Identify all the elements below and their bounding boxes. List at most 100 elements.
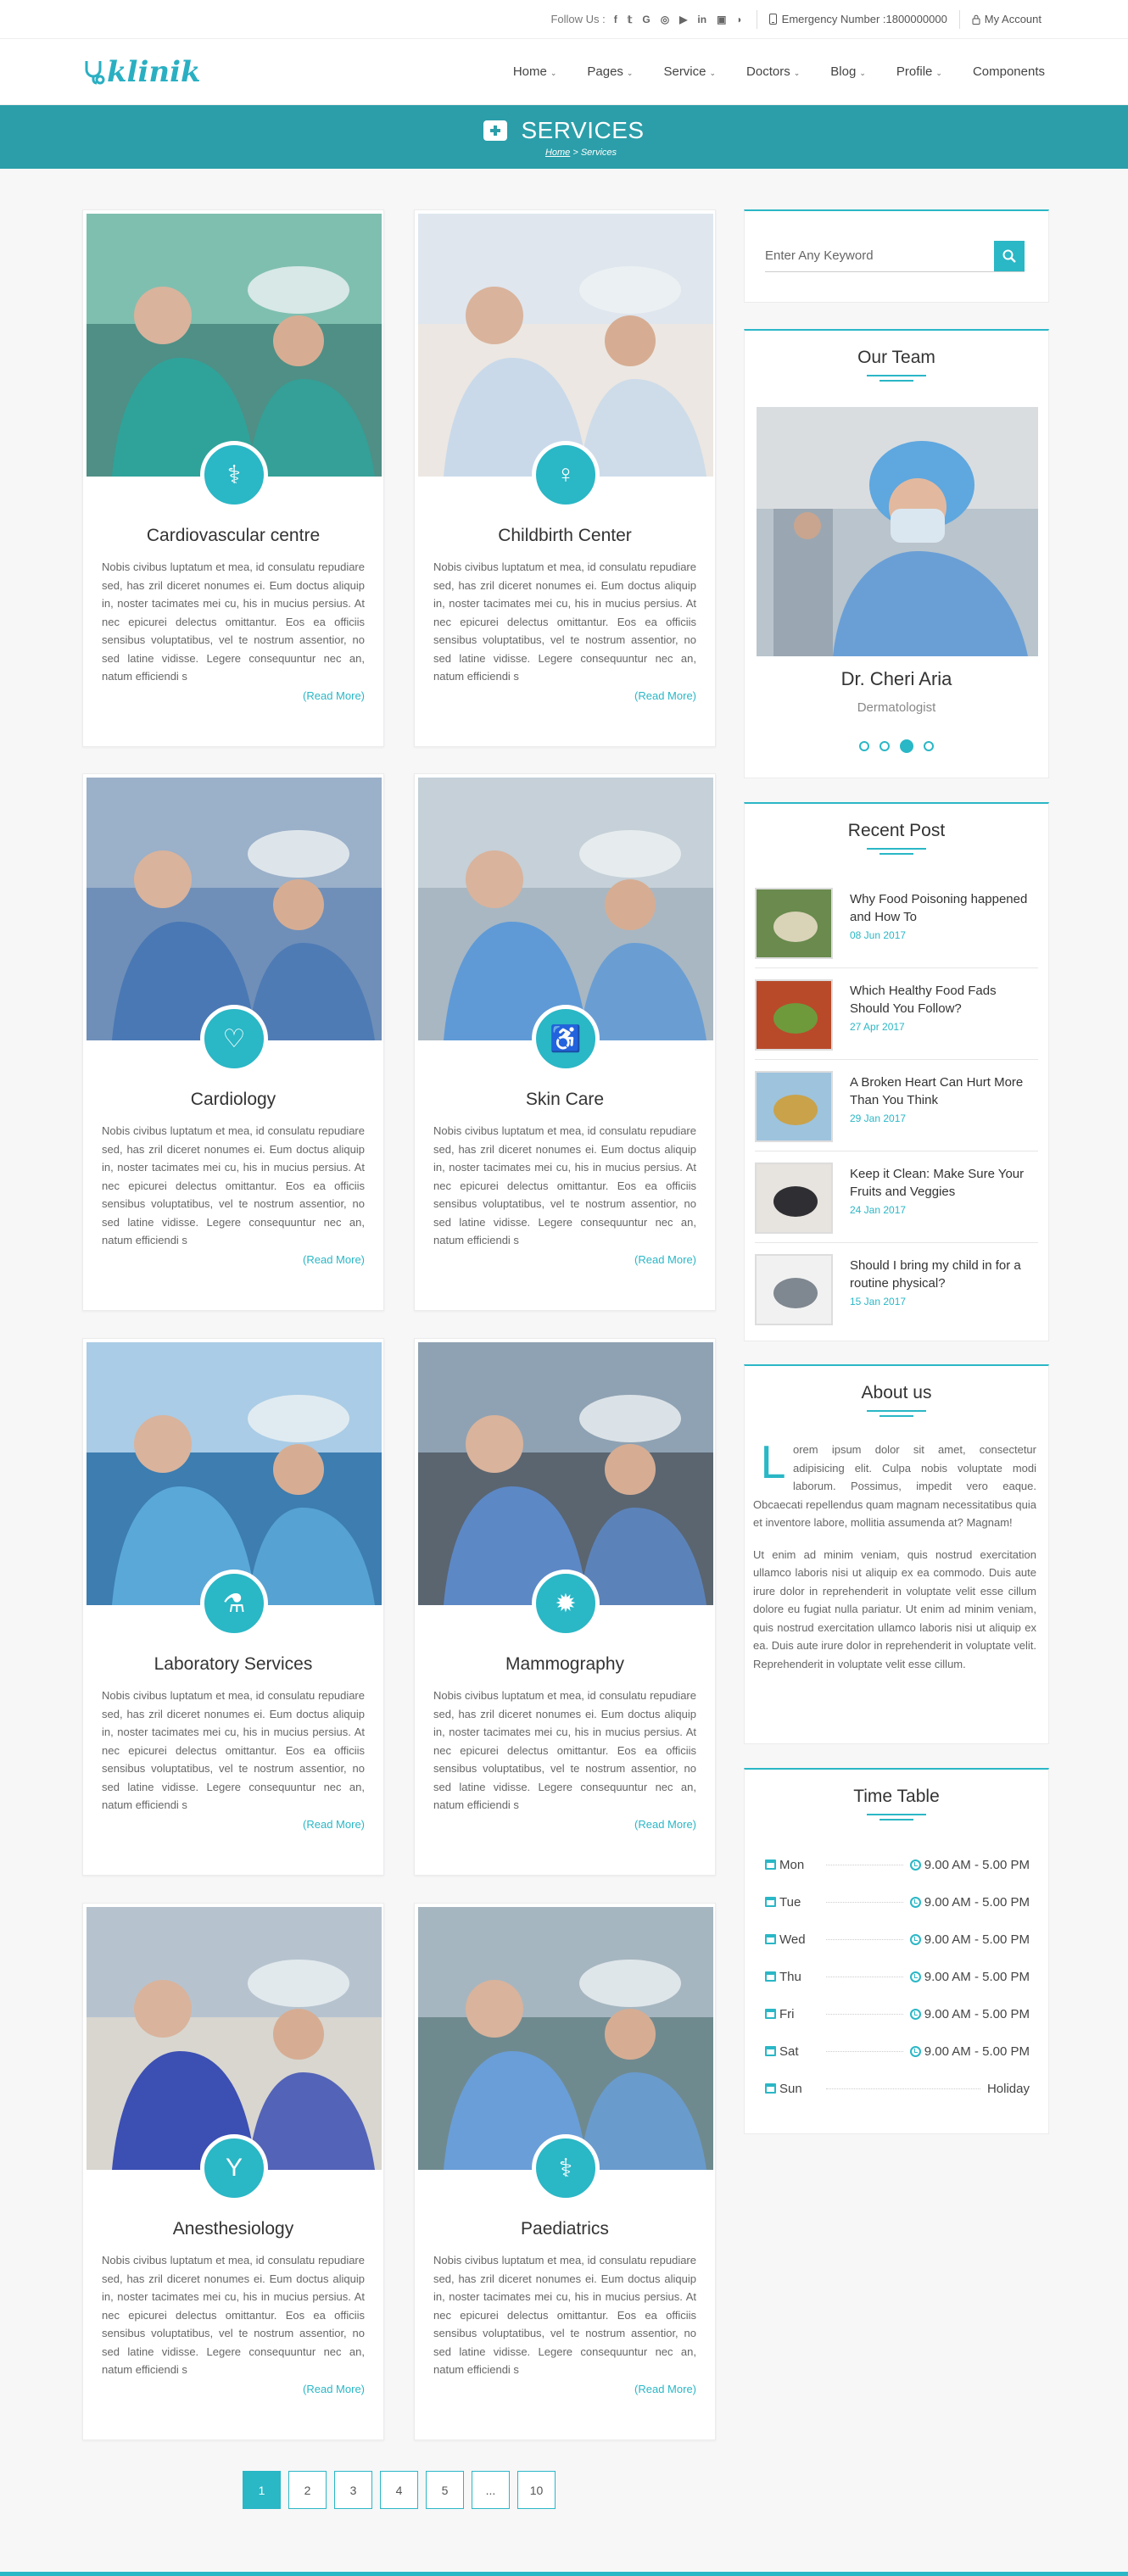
- child-icon: ♀: [532, 441, 600, 509]
- footer-accent-line: [0, 2572, 1128, 2576]
- widget-title: About us: [861, 1383, 932, 1402]
- carousel-dot-active[interactable]: [900, 739, 913, 753]
- page-button[interactable]: 3: [334, 2471, 372, 2509]
- youtube-icon[interactable]: ▶: [679, 14, 687, 25]
- nav-item[interactable]: Components: [973, 64, 1045, 79]
- linkedin-icon[interactable]: in: [697, 14, 706, 25]
- drop-cap: L: [760, 1438, 785, 1489]
- service-description: Nobis civibus luptatum et mea, id consul…: [102, 1689, 365, 1811]
- post-thumbnail[interactable]: [755, 1071, 833, 1142]
- post-thumbnail[interactable]: [755, 888, 833, 959]
- read-more-link[interactable]: (Read More): [303, 689, 365, 702]
- hours-value: 9.00 AM - 5.00 PM: [924, 1969, 1030, 1984]
- page-button[interactable]: 5: [426, 2471, 464, 2509]
- calendar-icon: [765, 1971, 776, 1982]
- google-icon[interactable]: G: [642, 14, 650, 25]
- recent-post-item[interactable]: Why Food Poisoning happened and How To 08…: [755, 877, 1038, 968]
- nav-item[interactable]: Home ⌄: [513, 64, 557, 79]
- rss-icon[interactable]: ◗: [736, 14, 742, 25]
- service-title: Skin Care: [525, 1090, 605, 1109]
- clock-icon: [909, 1859, 921, 1871]
- post-thumbnail[interactable]: [755, 1163, 833, 1234]
- cocktail-icon: Y: [200, 2134, 268, 2202]
- nav-item-label: Pages: [587, 64, 623, 79]
- page-button[interactable]: 10: [517, 2471, 556, 2509]
- service-card: ⚕ Paediatrics Nobis civibus luptatum et me…: [414, 1903, 716, 2440]
- follow-label: Follow Us :: [550, 13, 606, 25]
- page-button[interactable]: 2: [288, 2471, 327, 2509]
- service-card: Y Anesthesiology Nobis civibus luptatum et…: [82, 1903, 384, 2440]
- page-button[interactable]: ...: [472, 2471, 510, 2509]
- breadcrumb: Home > Services: [545, 148, 617, 158]
- nav-item[interactable]: Profile ⌄: [896, 64, 942, 79]
- post-thumbnail[interactable]: [755, 979, 833, 1051]
- nav-item-label: Profile: [896, 64, 933, 79]
- chevron-down-icon: ⌄: [626, 69, 634, 77]
- read-more-link[interactable]: (Read More): [303, 1818, 365, 1831]
- carousel-dot[interactable]: [924, 741, 934, 751]
- title-divider: [867, 1410, 926, 1417]
- hours-value: Holiday: [986, 2081, 1030, 2096]
- read-more-link[interactable]: (Read More): [303, 1253, 365, 1266]
- post-date: 27 Apr 2017: [850, 1021, 905, 1033]
- post-title[interactable]: Which Healthy Food Fads Should You Follo…: [850, 982, 1038, 1018]
- service-card: ⚗ Laboratory Services Nobis civibus luptat…: [82, 1338, 384, 1876]
- instagram-icon[interactable]: ◎: [661, 14, 669, 25]
- phone-icon: [768, 14, 777, 25]
- page-button[interactable]: 4: [380, 2471, 418, 2509]
- nav-item[interactable]: Service ⌄: [663, 64, 716, 79]
- read-more-link[interactable]: (Read More): [303, 2383, 365, 2395]
- hours-value: 9.00 AM - 5.00 PM: [924, 2006, 1030, 2021]
- read-more-link[interactable]: (Read More): [634, 1253, 696, 1266]
- team-member-photo: [757, 407, 1038, 656]
- top-bar: Follow Us : f 𝕥 G ◎ ▶ in ▣ ◗ Emergency Number :…: [0, 0, 1128, 39]
- logo[interactable]: klinik: [83, 55, 201, 89]
- clock-icon: [909, 1971, 921, 1982]
- heartbeat-icon: ♡: [200, 1005, 268, 1073]
- facebook-icon[interactable]: f: [614, 14, 617, 25]
- my-account-link[interactable]: My Account: [960, 13, 1041, 25]
- nav-item[interactable]: Doctors ⌄: [746, 64, 800, 79]
- page-button-active[interactable]: 1: [243, 2471, 281, 2509]
- day-label: Tue: [779, 1894, 801, 1910]
- twitter-icon[interactable]: 𝕥: [628, 14, 633, 25]
- recent-post-item[interactable]: Which Healthy Food Fads Should You Follo…: [755, 968, 1038, 1060]
- widget-title: Our Team: [857, 348, 935, 367]
- breadcrumb-home[interactable]: Home: [545, 148, 570, 158]
- nav-item[interactable]: Pages ⌄: [587, 64, 633, 79]
- post-title[interactable]: Why Food Poisoning happened and How To: [850, 890, 1038, 926]
- carousel-dot[interactable]: [880, 741, 890, 751]
- service-description: Nobis civibus luptatum et mea, id consul…: [433, 1689, 696, 1811]
- service-photo: [418, 1907, 713, 2170]
- recent-post-item[interactable]: A Broken Heart Can Hurt More Than You Th…: [755, 1060, 1038, 1151]
- nav-item[interactable]: Blog ⌄: [830, 64, 866, 79]
- recent-post-item[interactable]: Keep it Clean: Make Sure Your Fruits and…: [755, 1151, 1038, 1243]
- service-title: Cardiovascular centre: [146, 526, 321, 545]
- read-more-link[interactable]: (Read More): [634, 689, 696, 702]
- post-date: 24 Jan 2017: [850, 1204, 907, 1216]
- carousel-dot[interactable]: [859, 741, 869, 751]
- recent-post-item[interactable]: Should I bring my child in for a routine…: [755, 1243, 1038, 1335]
- read-more-link[interactable]: (Read More): [634, 1818, 696, 1831]
- page-banner: SERVICES Home > Services: [0, 105, 1128, 169]
- hours-value: 9.00 AM - 5.00 PM: [924, 1894, 1030, 1910]
- my-account-label: My Account: [984, 13, 1041, 25]
- day-label: Thu: [779, 1969, 801, 1984]
- post-title[interactable]: Should I bring my child in for a routine…: [850, 1257, 1038, 1292]
- post-title[interactable]: A Broken Heart Can Hurt More Than You Th…: [850, 1073, 1038, 1109]
- service-card: ⚕ Cardiovascular centre Nobis civibus lupt…: [82, 209, 384, 747]
- our-team-widget: Our Team Dr. Cheri Aria Dermatologist: [744, 329, 1049, 778]
- stethoscope-logo-icon: [85, 60, 105, 84]
- clock-icon: [909, 1896, 921, 1908]
- dotted-leader: [826, 1938, 903, 1940]
- post-title[interactable]: Keep it Clean: Make Sure Your Fruits and…: [850, 1165, 1038, 1201]
- search-input[interactable]: [765, 248, 994, 263]
- read-more-link[interactable]: (Read More): [634, 2383, 696, 2395]
- search-button[interactable]: [994, 240, 1025, 271]
- chevron-down-icon: ⌄: [859, 69, 866, 77]
- nav-item-label: Components: [972, 64, 1045, 79]
- vimeo-icon[interactable]: ▣: [717, 14, 726, 25]
- hours-value: 9.00 AM - 5.00 PM: [924, 1857, 1030, 1872]
- emergency-text: Emergency Number :1800000000: [781, 13, 947, 25]
- post-thumbnail[interactable]: [755, 1254, 833, 1325]
